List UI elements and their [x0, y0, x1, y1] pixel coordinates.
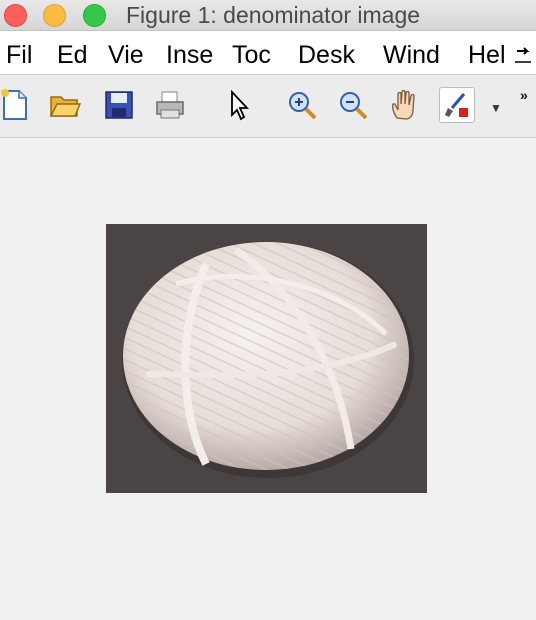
- minimize-window-button[interactable]: [43, 4, 66, 27]
- zoom-out-icon[interactable]: [335, 87, 371, 123]
- menu-file[interactable]: Fil: [6, 40, 46, 70]
- menu-help[interactable]: Hel: [468, 40, 508, 70]
- new-file-icon[interactable]: [0, 87, 32, 123]
- menu-tools[interactable]: Toc: [232, 40, 284, 70]
- save-icon[interactable]: [101, 87, 137, 123]
- dropdown-icon[interactable]: ▼: [490, 101, 502, 115]
- pointer-icon[interactable]: [221, 87, 257, 123]
- menu-view[interactable]: Vie: [108, 40, 150, 70]
- pan-hand-icon[interactable]: [387, 87, 423, 123]
- menu-edit[interactable]: Ed: [57, 40, 93, 70]
- menu-window[interactable]: Wind: [383, 40, 453, 70]
- title-bar: Figure 1: denominator image: [0, 0, 536, 31]
- open-folder-icon[interactable]: [47, 87, 83, 123]
- menu-bar: Fil Ed Vie Inse Toc Desk Wind Hel: [0, 31, 536, 75]
- maximize-window-button[interactable]: [83, 4, 106, 27]
- toolbar: ▼ »: [0, 75, 536, 138]
- menu-desktop[interactable]: Desk: [298, 40, 370, 70]
- window-title: Figure 1: denominator image: [126, 2, 421, 28]
- menu-insert[interactable]: Inse: [166, 40, 216, 70]
- overflow-icon[interactable]: »: [520, 87, 528, 103]
- close-window-button[interactable]: [4, 4, 27, 27]
- menu-overflow-icon[interactable]: [513, 45, 533, 65]
- zoom-in-icon[interactable]: [284, 87, 320, 123]
- brush-icon[interactable]: [439, 87, 475, 123]
- figure-image: [106, 224, 427, 493]
- print-icon[interactable]: [152, 87, 188, 123]
